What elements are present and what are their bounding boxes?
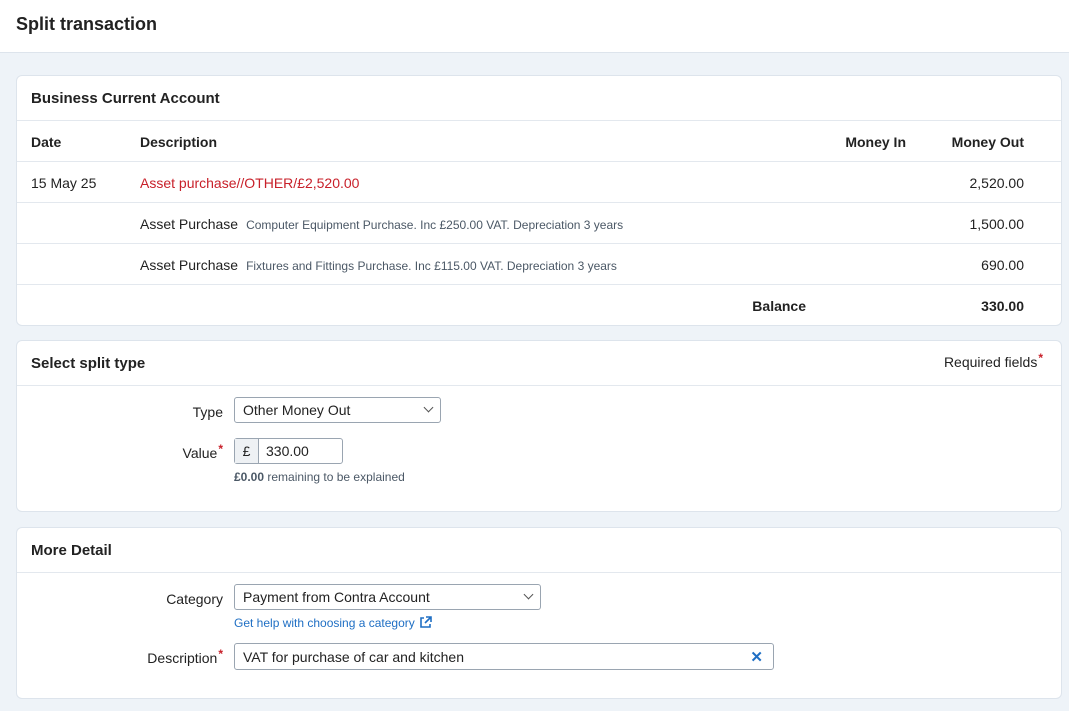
column-header-money-out: Money Out xyxy=(951,134,1024,150)
more-detail-card: More Detail Category Payment from Contra… xyxy=(16,527,1062,699)
category-help-link-text: Get help with choosing a category xyxy=(234,616,415,630)
type-select-value: Other Money Out xyxy=(243,402,351,418)
remaining-text: remaining to be explained xyxy=(267,470,405,484)
external-link-icon xyxy=(419,616,432,628)
category-select[interactable]: Payment from Contra Account xyxy=(234,584,541,610)
split-money-out: 1,500.00 xyxy=(969,216,1025,232)
split-label: Asset Purchase xyxy=(140,216,239,232)
description-input[interactable]: VAT for purchase of car and kitchen ✕ xyxy=(234,643,774,670)
split-type-card-header: Select split type Required fields* xyxy=(17,341,1061,386)
description-input-value: VAT for purchase of car and kitchen xyxy=(243,649,465,665)
balance-value: 330.00 xyxy=(981,298,1024,314)
transaction-money-out: 2,520.00 xyxy=(969,175,1025,191)
transaction-description: Asset purchase//OTHER/£2,520.00 xyxy=(140,175,360,191)
split-row[interactable]: Asset Purchase Computer Equipment Purchas… xyxy=(17,203,1061,244)
split-row[interactable]: Asset Purchase Fixtures and Fittings Purc… xyxy=(17,244,1061,285)
split-type-card: Select split type Required fields* Type … xyxy=(16,340,1062,512)
column-header-description: Description xyxy=(140,134,218,150)
required-star: * xyxy=(218,647,223,661)
chevron-down-icon xyxy=(523,589,534,600)
split-description: Asset Purchase Computer Equipment Purchas… xyxy=(140,216,623,232)
required-star: * xyxy=(1038,351,1043,365)
split-money-out: 690.00 xyxy=(981,257,1024,273)
category-help-link[interactable]: Get help with choosing a category xyxy=(234,616,432,630)
account-title: Business Current Account xyxy=(31,90,220,107)
split-note: Computer Equipment Purchase. Inc £250.00… xyxy=(246,218,624,232)
remaining-hint: £0.00 remaining to be explained xyxy=(234,470,405,484)
account-card-header: Business Current Account xyxy=(17,76,1061,121)
required-star: * xyxy=(218,442,223,456)
account-card: Business Current Account Date Descriptio… xyxy=(16,75,1062,326)
transaction-date: 15 May 25 xyxy=(31,175,97,191)
category-label: Category xyxy=(166,591,223,607)
category-select-value: Payment from Contra Account xyxy=(243,589,430,605)
currency-prefix: £ xyxy=(235,439,259,463)
required-fields-label: Required fields xyxy=(943,354,1038,370)
value-label-wrap: Value* xyxy=(182,442,223,461)
description-label: Description xyxy=(147,650,218,666)
split-note: Fixtures and Fittings Purchase. Inc £115… xyxy=(246,259,617,273)
chevron-down-icon xyxy=(423,402,434,413)
type-select[interactable]: Other Money Out xyxy=(234,397,441,423)
value-input[interactable]: 330.00 xyxy=(259,439,342,463)
balance-label: Balance xyxy=(752,298,806,314)
type-label: Type xyxy=(192,404,223,420)
value-input-group: £ 330.00 xyxy=(234,438,343,464)
transaction-row: 15 May 25 Asset purchase//OTHER/£2,520.0… xyxy=(17,162,1061,203)
split-label: Asset Purchase xyxy=(140,257,239,273)
split-type-title: Select split type xyxy=(31,355,146,372)
table-header-row: Date Description Money In Money Out xyxy=(17,121,1061,162)
split-description: Asset Purchase Fixtures and Fittings Purc… xyxy=(140,257,617,273)
page-header: Split transaction xyxy=(0,0,1069,53)
more-detail-card-header: More Detail xyxy=(17,528,1061,573)
value-label: Value xyxy=(182,445,218,461)
more-detail-title: More Detail xyxy=(31,542,112,559)
column-header-money-in: Money In xyxy=(845,134,906,150)
page-title: Split transaction xyxy=(16,14,158,34)
column-header-date: Date xyxy=(31,134,62,150)
remaining-amount: £0.00 xyxy=(234,470,265,484)
description-label-wrap: Description* xyxy=(147,647,223,666)
required-fields-note: Required fields* xyxy=(943,351,1043,370)
balance-row: Balance 330.00 xyxy=(17,285,1061,325)
close-icon[interactable]: ✕ xyxy=(750,648,763,666)
